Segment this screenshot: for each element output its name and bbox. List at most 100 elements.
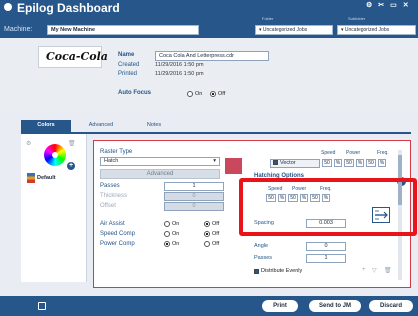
dropdown-arrow-icon: ▾ [213, 158, 216, 164]
title-bar: Epilog Dashboard Folder Subfolder ⚙ ✂ ▭ … [0, 0, 418, 38]
vector-power-field[interactable]: 50 [344, 159, 354, 167]
folder-label: Folder [262, 16, 274, 21]
machine-select[interactable]: My New Machine [47, 25, 199, 35]
raster-type-label: Raster Type [100, 149, 133, 155]
autofocus-off-radio[interactable]: Off [210, 91, 225, 97]
distribute-evenly-label: Distribute Evenly [261, 268, 303, 274]
distribute-evenly-checkbox[interactable]: Distribute Evenly [254, 268, 302, 274]
minimize-icon[interactable]: ▭ [390, 1, 397, 9]
tab-notes[interactable]: Notes [139, 120, 169, 132]
folder-select[interactable]: ▾ Uncategorized Jobs [255, 25, 333, 35]
angle-field[interactable]: 0 [306, 242, 346, 251]
color-wheel-icon[interactable] [44, 144, 66, 166]
created-label: Created [118, 62, 140, 68]
vector-checkbox[interactable]: Vector [270, 159, 320, 168]
air-assist-off-radio[interactable]: Off [204, 221, 219, 227]
add-small-icon[interactable]: + [362, 267, 366, 273]
vector-freq-unit: % [378, 159, 386, 167]
power-comp-off-radio[interactable]: Off [204, 241, 219, 247]
tab-bar: Colors Advanced Notes [21, 120, 411, 132]
printed-value: 11/29/2016 1:50 pm [155, 71, 204, 77]
color-list-panel: ⚙ 🗑 + Default [21, 134, 87, 282]
air-assist-label: Air Assist [100, 221, 125, 227]
vector-freq-header: Freq. [377, 150, 389, 156]
thickness-field[interactable]: 0 [164, 192, 224, 201]
camera-icon[interactable] [38, 302, 46, 310]
machine-label: Machine: [4, 26, 33, 33]
settings-icon[interactable]: ⚙ [26, 140, 31, 147]
discard-button[interactable]: Discard [369, 300, 413, 312]
job-name-field[interactable]: Coca Cola And Letterpress.cdr [155, 51, 269, 61]
folder-select-value: Uncategorized Jobs [262, 27, 308, 33]
power-comp-on-label: On [172, 241, 180, 247]
speed-comp-on-radio[interactable]: On [164, 231, 179, 237]
print-button[interactable]: Print [262, 300, 298, 312]
vector-label: Vector [280, 160, 296, 166]
footer-bar: Print Send to JM Discard [0, 296, 418, 316]
window-controls: ⚙ ✂ ▭ ✕ [366, 1, 409, 9]
close-icon[interactable]: ✕ [403, 1, 409, 9]
passes-field[interactable]: 1 [164, 182, 224, 191]
vector-speed-unit: % [334, 159, 342, 167]
power-comp-on-radio[interactable]: On [164, 241, 179, 247]
offset-label: Offset [100, 203, 116, 209]
send-to-jm-button[interactable]: Send to JM [309, 300, 361, 312]
offset-field[interactable]: 0 [164, 202, 224, 211]
tools-icon[interactable]: ✂ [378, 1, 384, 9]
air-assist-on-label: On [172, 221, 180, 227]
vector-power-header: Power [346, 150, 361, 156]
job-header: Coca-Cola Name Coca Cola And Letterpress… [0, 38, 418, 112]
raster-type-select[interactable]: Hatch ▾ [100, 157, 220, 166]
default-color-label[interactable]: Default [37, 175, 56, 181]
passes-label: Passes [100, 183, 120, 189]
vector-freq-field[interactable]: 50 [366, 159, 376, 167]
checkbox-icon [254, 268, 259, 274]
air-assist-on-radio[interactable]: On [164, 221, 179, 227]
raster-preview-icon[interactable] [225, 158, 242, 174]
vector-speed-field[interactable]: 50 [322, 159, 332, 167]
name-label: Name [118, 52, 135, 58]
filter-icon[interactable]: ▽ [372, 267, 377, 274]
created-value: 11/29/2016 1:50 pm [155, 62, 204, 68]
advanced-button[interactable]: Advanced [100, 169, 220, 179]
hatch-passes-label: Passes [254, 255, 273, 261]
vector-values: 50 % 50 % 50 % [322, 159, 386, 167]
radio-selected-icon [210, 91, 216, 97]
autofocus-label: Auto Focus [118, 90, 151, 96]
epilog-logo-icon [4, 3, 12, 11]
autofocus-off-label: Off [218, 91, 226, 97]
trash-icon[interactable]: 🗑 [384, 267, 392, 274]
machine-select-value: My New Machine [51, 27, 96, 33]
job-thumbnail: Coca-Cola [38, 46, 108, 68]
delete-icon[interactable]: 🗑 [68, 140, 76, 147]
power-comp-off-label: Off [212, 241, 220, 247]
default-swatch-icon [27, 173, 35, 183]
raster-type-value: Hatch [104, 158, 119, 164]
autofocus-on-label: On [195, 91, 203, 97]
tab-advanced[interactable]: Advanced [81, 120, 121, 132]
speed-comp-off-label: Off [212, 231, 220, 237]
air-assist-off-label: Off [212, 221, 220, 227]
coca-cola-logo: Coca-Cola [46, 50, 108, 63]
speed-comp-label: Speed Comp [100, 231, 136, 237]
vector-speed-header: Speed [321, 150, 336, 156]
subfolder-select-value: Uncategorized Jobs [344, 27, 390, 33]
power-comp-label: Power Comp [100, 241, 135, 247]
vector-power-unit: % [356, 159, 364, 167]
app-title: Epilog Dashboard [17, 1, 120, 15]
checkbox-icon [273, 160, 278, 166]
angle-label: Angle [254, 243, 269, 249]
add-color-icon[interactable]: + [67, 162, 75, 170]
hatch-passes-field[interactable]: 1 [306, 254, 346, 263]
thickness-label: Thickness [100, 193, 128, 199]
tab-colors[interactable]: Colors [21, 120, 71, 132]
settings-gear-icon[interactable]: ⚙ [366, 1, 372, 9]
subfolder-select[interactable]: ▾ Uncategorized Jobs [337, 25, 416, 35]
speed-comp-off-radio[interactable]: Off [204, 231, 219, 237]
subfolder-label: Subfolder [348, 16, 366, 21]
highlight-callout [239, 178, 417, 236]
radio-icon [187, 91, 193, 97]
speed-comp-on-label: On [172, 231, 180, 237]
autofocus-on-radio[interactable]: On [187, 91, 202, 97]
printed-label: Printed [118, 71, 138, 77]
